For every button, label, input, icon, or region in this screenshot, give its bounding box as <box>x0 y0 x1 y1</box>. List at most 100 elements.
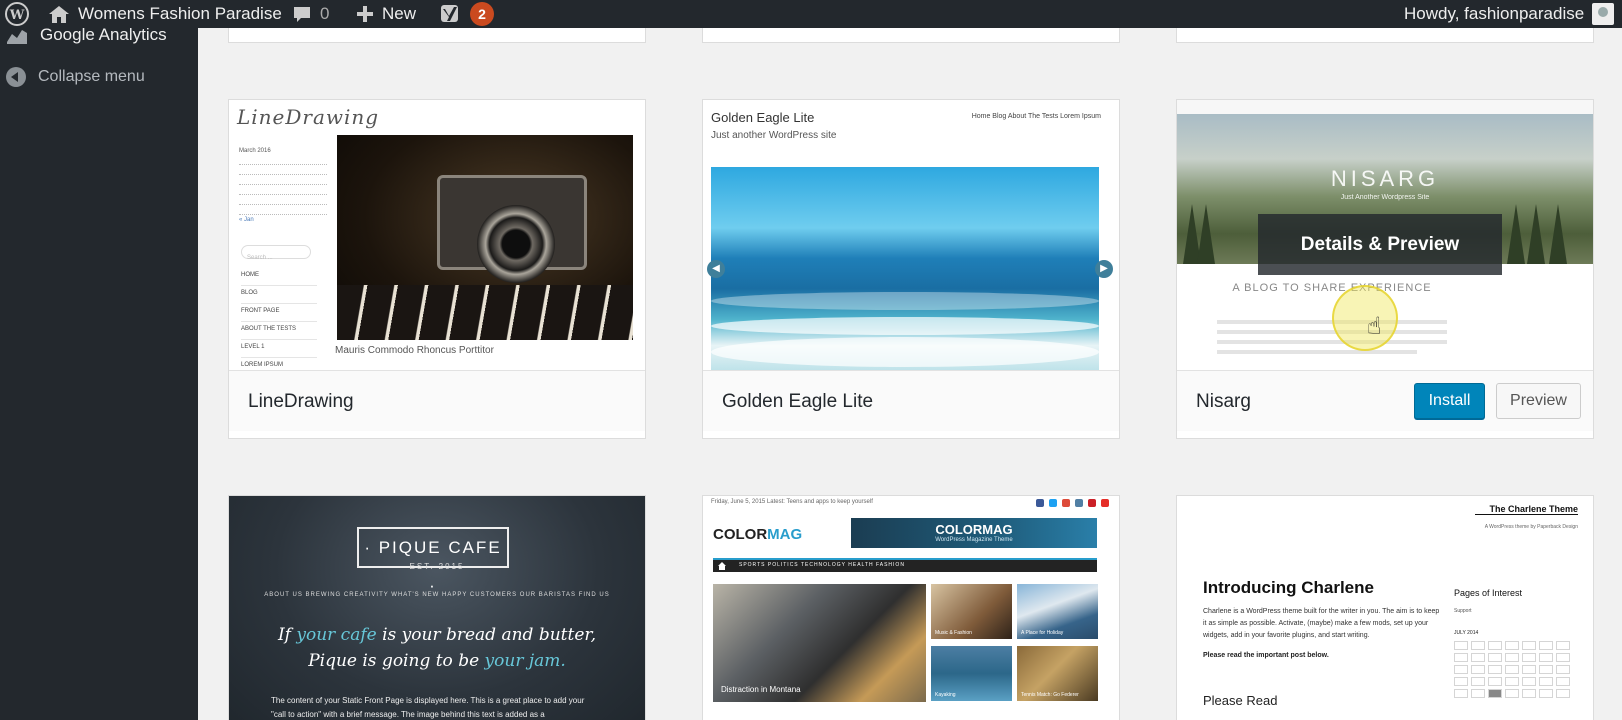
hand-cursor-icon: ☝ <box>1367 313 1382 340</box>
preview-nav-item: LOREM IPSUM <box>241 362 317 370</box>
slider-next-icon: ▶ <box>1095 260 1113 278</box>
preview-thumbnail: A Place for Holiday <box>1017 584 1098 639</box>
new-content-link[interactable]: New <box>356 0 416 28</box>
plus-icon <box>357 6 373 22</box>
admin-menu: Google Analytics Collapse menu <box>0 25 198 720</box>
user-account-menu[interactable]: Howdy, fashionparadise <box>1404 0 1615 28</box>
pinterest-icon <box>1088 499 1096 507</box>
theme-card-footer: LineDrawing <box>229 370 645 431</box>
preview-banner: COLORMAG WordPress Magazine Theme <box>851 518 1097 548</box>
preview-post-bold: Please read the important post below. <box>1203 652 1329 659</box>
calendar-prev: « Jan <box>239 217 254 223</box>
facebook-icon <box>1036 499 1044 507</box>
camera-photo <box>337 135 633 340</box>
theme-card-stub <box>1176 28 1594 43</box>
preview-topbar <box>1177 100 1593 114</box>
preview-logo: COLORMAG <box>713 526 803 543</box>
preview-nav: Home Blog About The Tests Lorem Ipsum <box>971 113 1101 120</box>
theme-name: LineDrawing <box>248 391 354 412</box>
theme-card-nisarg[interactable]: NISARG Just Another Wordpress Site A BLO… <box>1176 99 1594 439</box>
theme-screenshot[interactable]: Golden Eagle Lite Just another WordPress… <box>703 100 1119 370</box>
preview-site-tagline: A WordPress theme by Paperback Design <box>1484 524 1578 530</box>
theme-card-linedrawing[interactable]: LineDrawing March 2016 « Jan Search ... … <box>228 99 646 439</box>
sea-photo <box>711 167 1099 370</box>
theme-card-stub <box>228 28 646 43</box>
instagram-icon <box>1075 499 1083 507</box>
theme-screenshot[interactable]: The Charlene Theme A WordPress theme by … <box>1177 496 1593 720</box>
comments-count: 0 <box>320 4 330 23</box>
theme-screenshot[interactable]: · PIQUE CAFE · EST. 2015 ABOUT US BREWIN… <box>229 496 645 720</box>
social-icons <box>1036 499 1109 507</box>
preview-sidebar <box>1485 270 1575 370</box>
theme-card-golden-eagle-lite[interactable]: Golden Eagle Lite Just another WordPress… <box>702 99 1120 439</box>
menu-item-google-analytics[interactable]: Google Analytics <box>0 24 198 46</box>
preview-post-title: Mauris Commodo Rhoncus Porttitor <box>335 345 494 356</box>
preview-thumbnail: Music & Fashion <box>931 584 1012 639</box>
details-preview-overlay[interactable]: Details & Preview <box>1258 214 1502 275</box>
preview-nav: SPORTS POLITICS TECHNOLOGY HEALTH FASHIO… <box>713 558 1097 572</box>
seo-menu[interactable]: 2 <box>440 0 494 28</box>
preview-nav-item: BLOG <box>241 290 317 304</box>
collapse-menu-label: Collapse menu <box>38 68 145 85</box>
notification-badge: 2 <box>470 2 494 26</box>
preview-thumbnail: Kayaking <box>931 646 1012 701</box>
preview-thumbnail: Tennis Match: Go Federer <box>1017 646 1098 701</box>
collapse-menu-button[interactable]: Collapse menu <box>0 66 198 88</box>
preview-date-line: Friday, June 5, 2015 Latest: Teens and a… <box>711 499 873 505</box>
google-plus-icon <box>1062 499 1070 507</box>
preview-calendar <box>1454 641 1574 698</box>
preview-est: EST. 2015 <box>409 562 465 571</box>
preview-button[interactable]: Preview <box>1496 383 1581 419</box>
preview-post-title: Introducing Charlene <box>1203 578 1374 597</box>
comment-icon <box>294 7 310 22</box>
theme-card-stub <box>702 28 1120 43</box>
calendar-title: March 2016 <box>239 148 271 154</box>
preview-sidebar-link: Support <box>1454 608 1472 614</box>
preview-nav-item: HOME <box>241 272 317 286</box>
preview-post-title: A BLOG TO SHARE EXPERIENCE <box>1232 282 1432 294</box>
preview-nav: ABOUT US BREWING CREATIVITY WHAT'S NEW H… <box>264 592 610 598</box>
preview-nav-item: ABOUT THE TESTS <box>241 326 317 340</box>
comments-link[interactable]: 0 <box>292 0 329 28</box>
theme-screenshot[interactable]: NISARG Just Another Wordpress Site A BLO… <box>1177 100 1593 370</box>
preview-hero-title: NISARG <box>1330 166 1440 191</box>
youtube-icon <box>1101 499 1109 507</box>
theme-card-footer: Nisarg Install Preview <box>1177 370 1593 431</box>
analytics-chart-icon <box>7 30 27 44</box>
preview-body-text: The content of your Static Front Page is… <box>271 696 585 719</box>
preview-search: Search ... <box>241 245 311 261</box>
preview-next-title: Please Read <box>1203 693 1278 708</box>
cursor-highlight <box>1332 285 1398 351</box>
theme-card-colormag[interactable]: Friday, June 5, 2015 Latest: Teens and a… <box>702 495 1120 720</box>
theme-card-footer: Golden Eagle Lite <box>703 370 1119 431</box>
menu-item-label: Google Analytics <box>40 25 167 44</box>
svg-text:W: W <box>9 8 25 23</box>
preview-site-title: The Charlene Theme <box>1475 504 1578 515</box>
preview-nav-item: LEVEL 1 <box>241 344 317 358</box>
theme-name: Golden Eagle Lite <box>722 391 874 412</box>
preview-hero-subtitle: Just Another Wordpress Site <box>1340 194 1430 201</box>
slider-prev-icon: ◀ <box>707 260 725 278</box>
preview-nav-item: FRONT PAGE <box>241 308 317 322</box>
preview-post-text: Charlene is a WordPress theme built for … <box>1203 608 1440 639</box>
preview-calendar: March 2016 « Jan <box>239 148 327 228</box>
collapse-arrow-icon <box>6 67 26 87</box>
theme-card-charlene[interactable]: The Charlene Theme A WordPress theme by … <box>1176 495 1594 720</box>
preview-featured-image: Distraction in Montana <box>713 584 926 702</box>
preview-sidebar-title: Pages of Interest <box>1454 588 1523 598</box>
home-icon <box>718 562 726 570</box>
theme-screenshot[interactable]: LineDrawing March 2016 « Jan Search ... … <box>229 100 645 370</box>
yoast-seo-icon <box>441 5 458 22</box>
theme-screenshot[interactable]: Friday, June 5, 2015 Latest: Teens and a… <box>703 496 1119 720</box>
theme-card-pique[interactable]: · PIQUE CAFE · EST. 2015 ABOUT US BREWIN… <box>228 495 646 720</box>
twitter-icon <box>1049 499 1057 507</box>
preview-logo: LineDrawing <box>237 105 380 129</box>
site-name: Womens Fashion Paradise <box>78 4 282 23</box>
preview-tagline: Just another WordPress site <box>711 130 837 141</box>
theme-name: Nisarg <box>1196 391 1251 412</box>
install-button[interactable]: Install <box>1414 383 1485 419</box>
preview-site-title: Golden Eagle Lite <box>711 110 815 125</box>
admin-bar: W Womens Fashion Paradise 0 New 2 Howdy,… <box>0 0 1622 28</box>
preview-calendar-title: JULY 2014 <box>1454 630 1479 636</box>
avatar <box>1592 3 1615 25</box>
